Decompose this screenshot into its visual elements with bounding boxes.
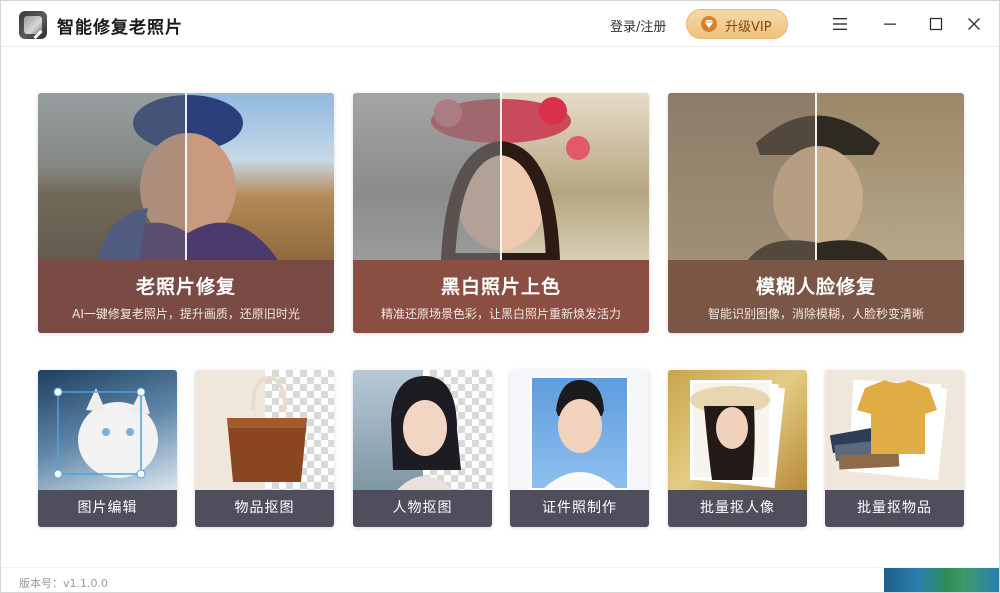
- feature-caption: 老照片修复 AI一键修复老照片，提升画质，还原旧时光: [38, 260, 334, 333]
- version-label: 版本号：v1.1.0.0: [19, 577, 108, 590]
- feature-card-face-restore[interactable]: 模糊人脸修复 智能识别图像，消除模糊，人脸秒变清晰: [668, 93, 964, 333]
- person-cutout-preview: [353, 370, 492, 490]
- tool-label: 批量抠人像: [668, 490, 807, 527]
- colorize-preview-image: [353, 93, 649, 260]
- maximize-icon: [929, 17, 943, 31]
- footer-divider: [1, 567, 999, 568]
- old-photo-preview-image: [38, 93, 334, 260]
- id-photo-preview: [510, 370, 649, 490]
- app-window: 智能修复老照片 登录/注册 升级VIP 老照片修复 AI一键修复老照片，提升画质…: [0, 0, 1000, 593]
- tool-card-image-edit[interactable]: 图片编辑: [38, 370, 177, 527]
- feature-title: 模糊人脸修复: [755, 276, 876, 298]
- feature-card-old-photo-restore[interactable]: 老照片修复 AI一键修复老照片，提升画质，还原旧时光: [38, 93, 334, 333]
- image-edit-preview: [38, 370, 177, 490]
- tool-label: 证件照制作: [510, 490, 649, 527]
- tool-card-id-photo[interactable]: 证件照制作: [510, 370, 649, 527]
- feature-subtitle: AI一键修复老照片，提升画质，还原旧时光: [72, 307, 300, 321]
- minimize-button[interactable]: [875, 9, 905, 39]
- object-cutout-preview: [195, 370, 334, 490]
- tool-card-object-cutout[interactable]: 物品抠图: [195, 370, 334, 527]
- menu-button[interactable]: [825, 9, 855, 39]
- feature-caption: 黑白照片上色 精准还原场景色彩，让黑白照片重新焕发活力: [353, 260, 649, 333]
- feature-card-bw-colorize[interactable]: 黑白照片上色 精准还原场景色彩，让黑白照片重新焕发活力: [353, 93, 649, 333]
- app-title: 智能修复老照片: [57, 18, 183, 38]
- batch-object-preview: [825, 370, 964, 490]
- batch-person-preview: [668, 370, 807, 490]
- maximize-button[interactable]: [921, 9, 951, 39]
- close-button[interactable]: [959, 9, 989, 39]
- tool-card-batch-object-cutout[interactable]: 批量抠物品: [825, 370, 964, 527]
- face-restore-preview-image: [668, 93, 964, 260]
- tool-label: 图片编辑: [38, 490, 177, 527]
- diamond-icon: [701, 16, 717, 32]
- hamburger-icon: [833, 18, 847, 30]
- minimize-icon: [884, 23, 896, 25]
- close-icon: [968, 18, 980, 30]
- tool-card-person-cutout[interactable]: 人物抠图: [353, 370, 492, 527]
- login-register-link[interactable]: 登录/注册: [610, 16, 666, 35]
- vip-label: 升级VIP: [725, 20, 772, 35]
- feature-subtitle: 智能识别图像，消除模糊，人脸秒变清晰: [707, 307, 924, 321]
- tool-card-batch-person-cutout[interactable]: 批量抠人像: [668, 370, 807, 527]
- app-logo: [19, 11, 47, 39]
- tool-label: 物品抠图: [195, 490, 334, 527]
- feature-title: 黑白照片上色: [440, 276, 561, 298]
- taskbar-strip: [884, 568, 999, 592]
- upgrade-vip-button[interactable]: 升级VIP: [686, 9, 788, 39]
- tool-label: 人物抠图: [353, 490, 492, 527]
- feature-title: 老照片修复: [135, 276, 236, 298]
- tool-label: 批量抠物品: [825, 490, 964, 527]
- feature-caption: 模糊人脸修复 智能识别图像，消除模糊，人脸秒变清晰: [668, 260, 964, 333]
- title-bar: 智能修复老照片 登录/注册 升级VIP: [1, 1, 999, 47]
- feature-subtitle: 精准还原场景色彩，让黑白照片重新焕发活力: [380, 307, 621, 321]
